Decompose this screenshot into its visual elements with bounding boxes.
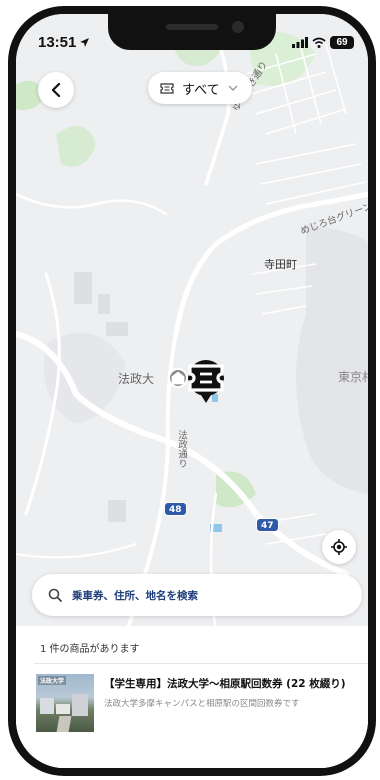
product-description: 法政大学多摩キャンパスと相原駅の区間回数券です bbox=[104, 699, 300, 709]
app-screen: 寺田町 法政大 東京村 ゆりのき通り めじろ台グリーン 法政通り 48 47 bbox=[16, 14, 368, 768]
university-poi-icon[interactable] bbox=[168, 368, 188, 388]
current-location-button[interactable] bbox=[322, 530, 356, 564]
status-indicators: 69 bbox=[292, 36, 354, 49]
wifi-icon bbox=[312, 37, 326, 48]
result-count: 1 件の商品があります bbox=[40, 644, 140, 655]
map-view[interactable]: 寺田町 法政大 東京村 ゆりのき通り めじろ台グリーン 法政通り 48 47 bbox=[16, 14, 368, 634]
filter-label: すべて bbox=[182, 82, 220, 98]
signal-icon bbox=[292, 37, 308, 48]
ticket-pin-icon[interactable] bbox=[188, 360, 224, 403]
phone-frame: 寺田町 法政大 東京村 ゆりのき通り めじろ台グリーン 法政通り 48 47 bbox=[8, 6, 376, 776]
location-target-icon bbox=[331, 539, 347, 555]
map-label-terada: 寺田町 bbox=[264, 258, 297, 271]
ticket-icon bbox=[160, 82, 174, 94]
route-badge-47: 47 bbox=[256, 518, 279, 532]
product-thumbnail: 法政大学 bbox=[36, 674, 94, 732]
map-label-housei-dori: 法政通り bbox=[176, 430, 187, 468]
status-time: 13:51 bbox=[38, 34, 90, 51]
search-icon bbox=[48, 588, 62, 602]
location-arrow-icon bbox=[80, 38, 90, 47]
map-canvas bbox=[16, 14, 368, 634]
device-notch bbox=[108, 14, 276, 50]
map-label-tokyo: 東京村 bbox=[338, 370, 368, 384]
product-list-item[interactable]: 法政大学 【学生専用】法政大学〜相原駅回数券 (22 枚綴り) 法政大学多摩キャ… bbox=[36, 674, 362, 736]
map-label-hosei: 法政大 bbox=[118, 372, 155, 386]
search-input[interactable]: 乗車券、住所、地名を検索 bbox=[32, 574, 362, 616]
divider bbox=[34, 663, 368, 664]
battery-indicator: 69 bbox=[330, 36, 354, 49]
back-button[interactable] bbox=[38, 72, 74, 108]
chevron-left-icon bbox=[51, 83, 61, 97]
route-badge-48: 48 bbox=[164, 502, 187, 516]
category-filter-dropdown[interactable]: すべて bbox=[148, 72, 252, 104]
product-title: 【学生専用】法政大学〜相原駅回数券 (22 枚綴り) bbox=[104, 678, 346, 690]
chevron-down-icon bbox=[228, 85, 238, 91]
thumbnail-label: 法政大学 bbox=[38, 676, 67, 685]
search-placeholder: 乗車券、住所、地名を検索 bbox=[72, 589, 198, 602]
status-time-text: 13:51 bbox=[38, 34, 77, 51]
product-info: 【学生専用】法政大学〜相原駅回数券 (22 枚綴り) 法政大学多摩キャンパスと相… bbox=[104, 674, 346, 736]
results-sheet: 1 件の商品があります 法政大学 【学生専用】法政大学〜相原駅回数券 (22 枚… bbox=[16, 626, 368, 768]
